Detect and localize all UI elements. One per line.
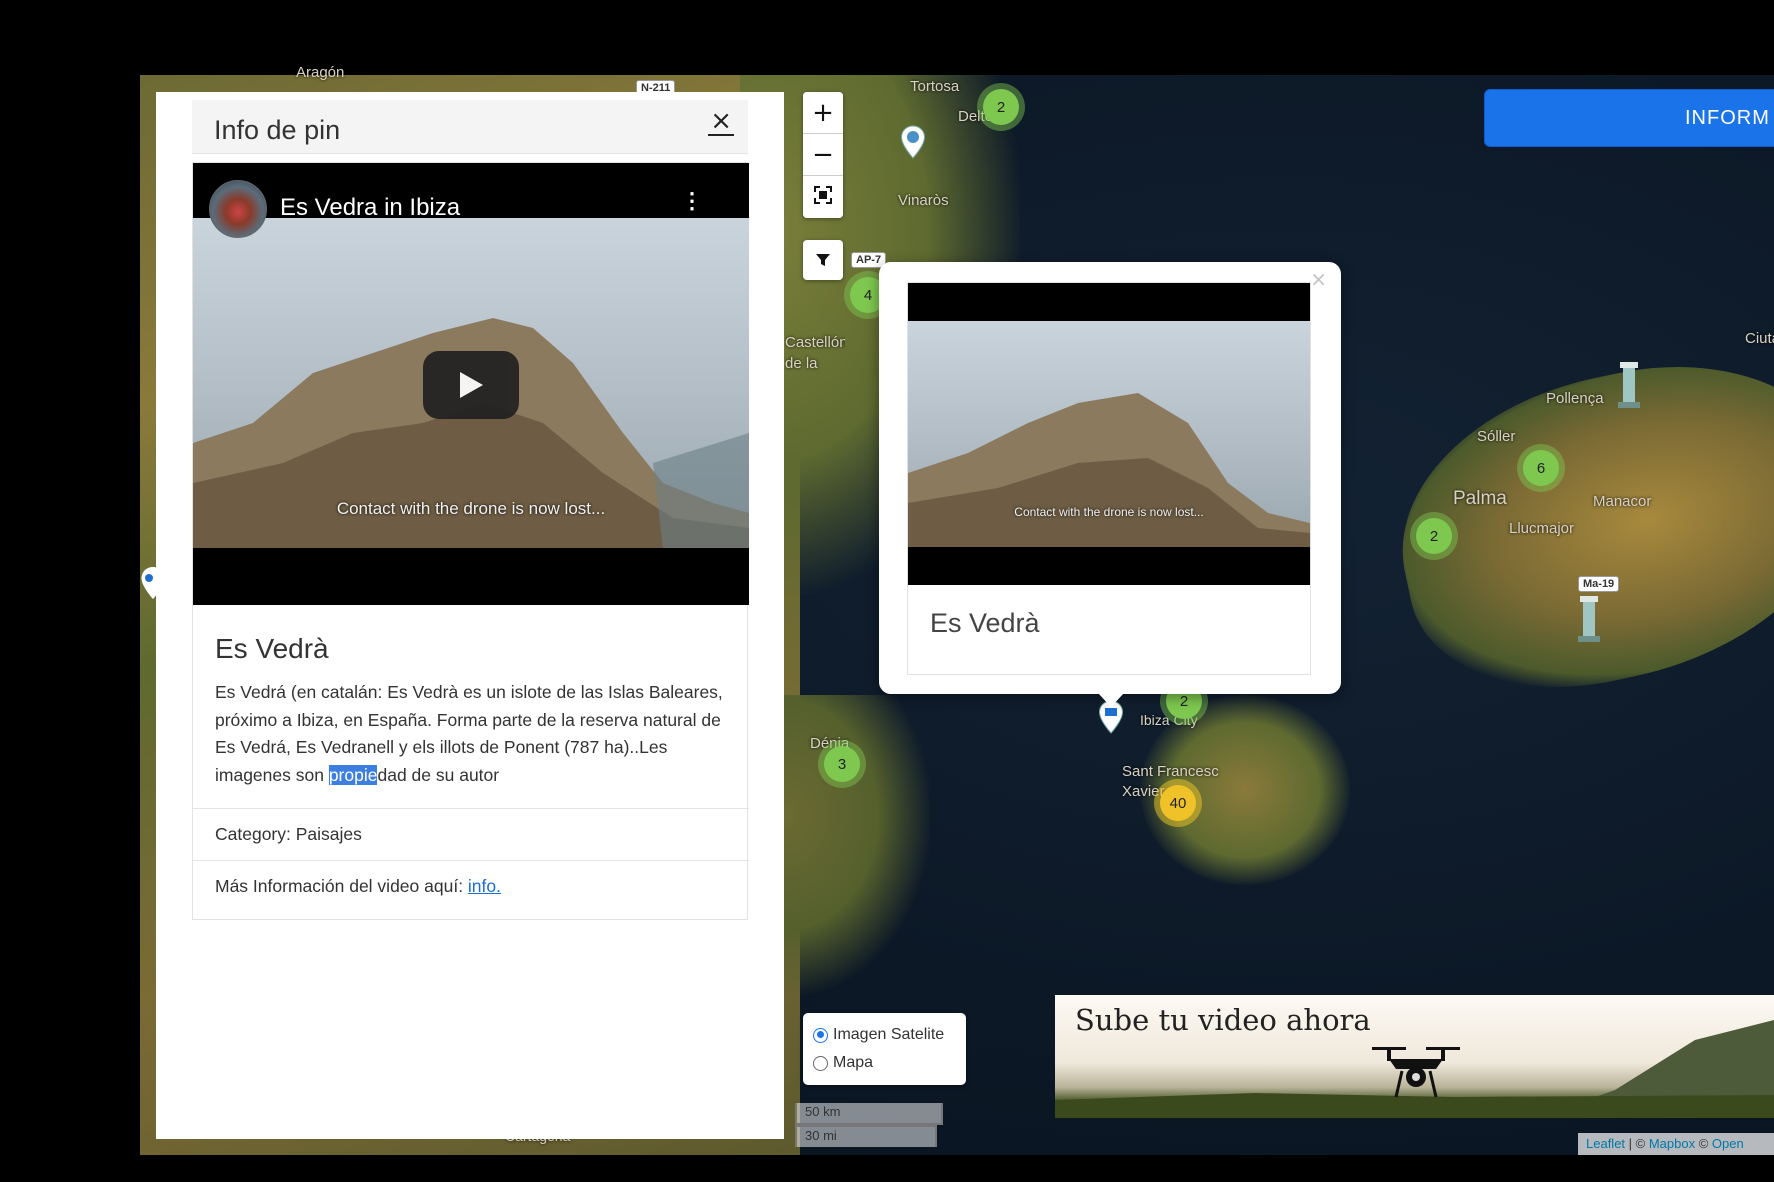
close-button[interactable]: × bbox=[708, 108, 734, 136]
selected-text: propie bbox=[328, 764, 378, 785]
place-label: Sóller bbox=[1477, 428, 1516, 445]
video-caption: Contact with the drone is now lost... bbox=[1014, 505, 1204, 519]
place-label: Manacor bbox=[1593, 493, 1652, 510]
layer-control: Imagen Satelite Mapa bbox=[803, 1013, 966, 1085]
drone-icon bbox=[1372, 1047, 1460, 1098]
panel-header: Info de pin × bbox=[192, 100, 748, 154]
fullscreen-icon bbox=[814, 186, 832, 204]
marker-cluster[interactable]: 40 bbox=[1154, 779, 1202, 827]
scale-mi: 30 mi bbox=[795, 1125, 937, 1147]
more-info-row: Más Información del video aquí: info. bbox=[193, 860, 749, 912]
place-label: Palma bbox=[1453, 488, 1507, 509]
category-label: Category: Paisajes bbox=[215, 824, 362, 844]
more-info-label: Más Información del video aquí: bbox=[215, 876, 468, 896]
map-attribution: Leaflet | © Mapbox © Open bbox=[1578, 1133, 1774, 1155]
place-label: Aragón bbox=[296, 64, 345, 81]
more-options-icon[interactable]: ⋮ bbox=[681, 190, 703, 212]
marker-cluster[interactable]: 2 bbox=[1410, 512, 1458, 560]
video-player[interactable]: Es Vedra in Ibiza ⋮ Contact with the dro… bbox=[193, 163, 749, 605]
zoom-in-button[interactable]: + bbox=[803, 92, 843, 134]
place-label: Castellón de la Plana bbox=[785, 334, 845, 372]
pin-card: Es Vedra in Ibiza ⋮ Contact with the dro… bbox=[192, 162, 749, 920]
popup-title: Es Vedrà bbox=[930, 608, 1040, 638]
panel-title: Info de pin bbox=[214, 115, 341, 145]
mapbox-link[interactable]: Mapbox bbox=[1649, 1136, 1695, 1151]
place-label: Llucmajor bbox=[1509, 520, 1575, 537]
place-label: Tortosa bbox=[910, 78, 960, 95]
marker-cluster[interactable]: 3 bbox=[818, 740, 866, 788]
video-caption: Contact with the drone is now lost... bbox=[336, 499, 606, 518]
play-icon bbox=[460, 372, 483, 398]
popup-video-thumbnail[interactable]: Contact with the drone is now lost... bbox=[908, 283, 1310, 585]
channel-avatar[interactable] bbox=[209, 180, 267, 238]
leaflet-link[interactable]: Leaflet bbox=[1586, 1136, 1625, 1151]
lighthouse-icon[interactable] bbox=[1618, 362, 1640, 408]
information-button[interactable]: INFORM bbox=[1484, 89, 1774, 147]
road-badge: Ma-19 bbox=[1578, 576, 1620, 592]
zoom-out-button[interactable]: − bbox=[803, 134, 843, 176]
map-popup: × Contact with the drone is now lost... … bbox=[879, 262, 1341, 707]
radio-selected-icon[interactable] bbox=[813, 1027, 828, 1043]
filter-icon bbox=[816, 254, 830, 266]
place-label: Vinaròs bbox=[898, 192, 949, 209]
pin-info-panel: Info de pin × Es Vedra in Ibiza ⋮ Contac… bbox=[156, 92, 784, 1139]
scale-km: 50 km bbox=[795, 1103, 943, 1125]
layer-option-map[interactable]: Mapa bbox=[813, 1054, 873, 1072]
radio-icon[interactable] bbox=[813, 1055, 828, 1071]
more-info-link[interactable]: info. bbox=[468, 876, 501, 896]
lighthouse-icon[interactable] bbox=[1578, 596, 1600, 642]
banner-text: Sube tu video ahora bbox=[1075, 1003, 1371, 1037]
popup-card: Contact with the drone is now lost... Es… bbox=[907, 282, 1311, 675]
openstreetmap-link[interactable]: Open bbox=[1712, 1136, 1744, 1151]
category-row: Category: Paisajes bbox=[193, 808, 749, 860]
card-description: Es Vedrá (en catalán: Es Vedrà es un isl… bbox=[215, 682, 723, 785]
fullscreen-button[interactable] bbox=[803, 176, 843, 218]
zoom-control: + − bbox=[803, 92, 843, 218]
marker-cluster[interactable]: 6 bbox=[1517, 444, 1565, 492]
video-scene bbox=[908, 393, 1310, 547]
video-title[interactable]: Es Vedra in Ibiza bbox=[280, 194, 460, 222]
marker-cluster[interactable]: 2 bbox=[977, 83, 1025, 131]
play-button[interactable] bbox=[423, 351, 519, 419]
layer-option-satellite[interactable]: Imagen Satelite bbox=[813, 1026, 944, 1044]
map-pin-icon[interactable] bbox=[900, 125, 926, 159]
filter-button[interactable] bbox=[803, 240, 843, 280]
card-title: Es Vedrà bbox=[215, 633, 329, 664]
place-label: Pollença bbox=[1546, 390, 1604, 407]
upload-banner[interactable]: Sube tu video ahora bbox=[1055, 995, 1774, 1118]
place-label: Ciutadella de Menorca bbox=[1745, 330, 1774, 347]
